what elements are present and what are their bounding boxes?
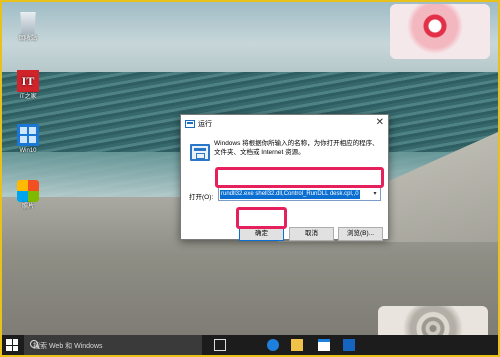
taskbar-search[interactable]: 搜索 Web 和 Windows [24, 335, 202, 355]
search-placeholder: 搜索 Web 和 Windows [33, 343, 103, 350]
run-program-icon [190, 144, 210, 161]
desktop-icon-it-home[interactable]: IT IT之家 [8, 70, 48, 101]
run-icon [185, 119, 195, 128]
windows-icon [17, 124, 39, 146]
command-input[interactable]: rundll32.exe shell32.dll,Control_RunDLL … [218, 187, 381, 201]
open-label: 打开(O): [189, 194, 214, 201]
edge-browser-icon[interactable] [267, 339, 279, 351]
dialog-title: 运行 [198, 120, 212, 128]
start-button[interactable] [6, 339, 18, 351]
run-dialog: 运行 ✕ Windows 将根据你所输入的名称，为你打开相应的程序、文件夹、文档… [180, 114, 389, 241]
task-view-icon[interactable] [214, 339, 226, 351]
taskbar: 搜索 Web 和 Windows [2, 335, 498, 355]
desktop-icon-label: 回收站 [18, 36, 37, 42]
dialog-body: Windows 将根据你所输入的名称，为你打开相应的程序、文件夹、文档或 Int… [181, 132, 388, 241]
close-button[interactable]: ✕ [376, 117, 384, 129]
desktop-icon-label: IT之家 [19, 94, 37, 100]
store-icon[interactable] [318, 339, 330, 351]
pinned-app-icon[interactable] [343, 339, 355, 351]
screenshot-frame: 回收站 IT IT之家 Win10 照片 运行 ✕ Windows 将根据你所输… [0, 0, 500, 357]
recycle-bin-icon [20, 12, 36, 34]
desktop-icon-photos[interactable]: 照片 [8, 180, 48, 211]
command-input-value: rundll32.exe shell32.dll,Control_RunDLL … [220, 190, 360, 199]
ok-button[interactable]: 确定 [239, 227, 284, 241]
dialog-titlebar[interactable]: 运行 ✕ [181, 115, 388, 132]
browse-button[interactable]: 浏览(B)... [338, 227, 383, 241]
desktop-icon-win10[interactable]: Win10 [8, 124, 48, 155]
photos-icon [17, 180, 39, 202]
file-explorer-icon[interactable] [291, 339, 303, 351]
it-home-icon: IT [17, 70, 39, 92]
dialog-description: Windows 将根据你所输入的名称，为你打开相应的程序、文件夹、文档或 Int… [214, 140, 379, 156]
desktop-icon-label: Win10 [19, 148, 37, 154]
decorative-eye-image [390, 4, 490, 59]
dropdown-arrow-icon[interactable]: ▾ [370, 188, 380, 200]
cancel-button[interactable]: 取消 [289, 227, 334, 241]
desktop-icon-recycle-bin[interactable]: 回收站 [8, 12, 48, 43]
desktop-icon-label: 照片 [21, 204, 34, 210]
